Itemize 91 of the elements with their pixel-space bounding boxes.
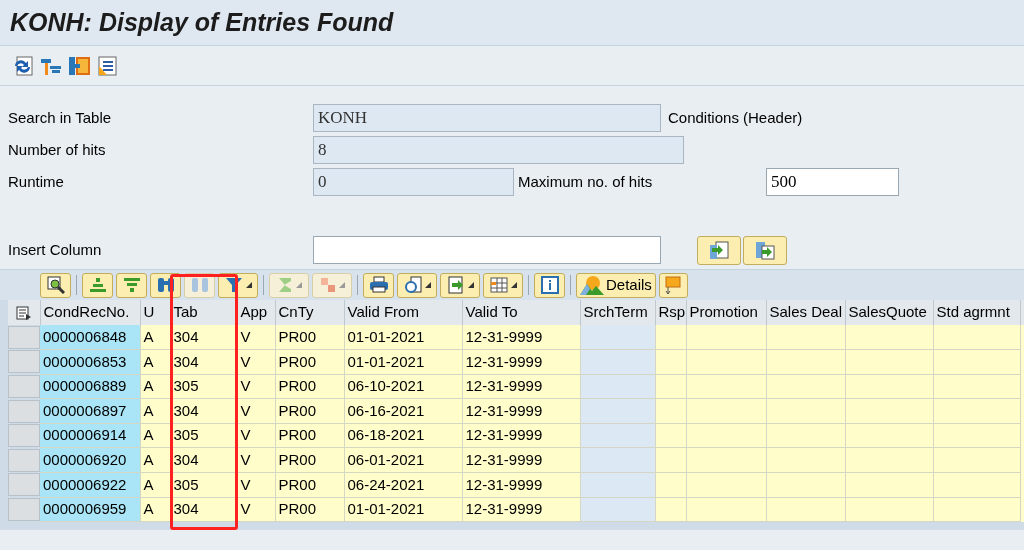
- column-header[interactable]: Valid To: [462, 300, 580, 325]
- details-button[interactable]: Details: [576, 272, 656, 298]
- caret-icon: [245, 282, 252, 288]
- caret-icon: [295, 282, 302, 288]
- table-cell: A: [140, 325, 170, 350]
- binoculars-icon: [156, 276, 175, 294]
- column-header[interactable]: App: [237, 300, 275, 325]
- find-button[interactable]: [40, 272, 71, 298]
- subtotal-icon: [319, 277, 336, 293]
- column-header[interactable]: U: [140, 300, 170, 325]
- caret-icon: [424, 282, 431, 288]
- table-icon: [489, 277, 508, 293]
- table-cell: 12-31-9999: [462, 325, 580, 350]
- table-cell: 06-18-2021: [344, 423, 462, 448]
- print-button[interactable]: [363, 272, 394, 298]
- field-label: Insert Column: [8, 239, 103, 260]
- column-header[interactable]: SrchTerm: [580, 300, 655, 325]
- table-cell: 12-31-9999: [462, 472, 580, 498]
- layout-button[interactable]: [483, 272, 523, 298]
- column-header[interactable]: Sales Deal: [766, 300, 845, 325]
- append-column-button[interactable]: [743, 235, 787, 265]
- caret-icon: [338, 282, 345, 288]
- table-cell: 01-01-2021: [344, 325, 462, 350]
- column-header[interactable]: CondRecNo.: [40, 300, 140, 325]
- table-cell: 06-01-2021: [344, 447, 462, 473]
- transfer-button[interactable]: [658, 272, 688, 298]
- table-cell: 12-31-9999: [462, 374, 580, 399]
- input-field[interactable]: 0: [313, 168, 514, 196]
- caret-icon: [510, 282, 517, 288]
- table-cell: V: [237, 325, 275, 350]
- insert-column-button[interactable]: [697, 235, 741, 265]
- input-field[interactable]: 8: [313, 136, 684, 164]
- table-cell: 01-01-2021: [344, 497, 462, 522]
- column-header[interactable]: Valid From: [344, 300, 462, 325]
- column-header[interactable]: SalesQuote: [845, 300, 933, 325]
- table-cell: 12-31-9999: [462, 398, 580, 424]
- table-cell: 304: [170, 325, 237, 350]
- input-field[interactable]: KONH: [313, 104, 661, 132]
- sort-descending-icon: [122, 276, 141, 294]
- funnel-icon: [224, 276, 243, 294]
- clock-document-icon: [403, 276, 422, 294]
- export-button[interactable]: [440, 272, 480, 298]
- field-label: Runtime: [8, 171, 65, 192]
- sort-ascending-icon: [88, 276, 107, 294]
- table-cell: 12-31-9999: [462, 497, 580, 522]
- table-cell: 12-31-9999: [462, 349, 580, 375]
- refresh-icon[interactable]: [12, 55, 34, 76]
- table-cell: 12-31-9999: [462, 447, 580, 473]
- column-header[interactable]: CnTy: [275, 300, 344, 325]
- field-label: Number of hits: [8, 139, 107, 160]
- subtotal-button[interactable]: [312, 272, 352, 298]
- column-header[interactable]: Rsp: [655, 300, 686, 325]
- column-header[interactable]: Promotion: [686, 300, 766, 325]
- table-cell: 0000006922: [40, 472, 140, 498]
- table-cell: 06-10-2021: [344, 374, 462, 399]
- table-cell: 0000006959: [40, 497, 140, 522]
- table-cell: 0000006853: [40, 349, 140, 375]
- export-icon: [446, 276, 465, 294]
- table-description: Conditions (Header): [668, 107, 803, 128]
- views-button[interactable]: [397, 272, 437, 298]
- binoculars-icon: [190, 276, 209, 294]
- field-label: Maximum no. of hits: [518, 171, 654, 192]
- sort-ascending-button[interactable]: [82, 272, 113, 298]
- table-cell: 0000006889: [40, 374, 140, 399]
- select-layout-icon[interactable]: [15, 305, 32, 320]
- table-cell: 06-16-2021: [344, 398, 462, 424]
- table-cell: 12-31-9999: [462, 423, 580, 448]
- insert-icon: [755, 240, 775, 260]
- sort-descending-button[interactable]: [116, 272, 147, 298]
- window-title: KONH: Display of Entries Found: [10, 6, 394, 38]
- caret-icon: [467, 282, 474, 288]
- input-field[interactable]: [313, 236, 661, 264]
- printer-icon: [368, 276, 389, 294]
- table-cell: 06-24-2021: [344, 472, 462, 498]
- input-field[interactable]: 500: [766, 168, 899, 196]
- insert-icon: [709, 240, 729, 260]
- table-cell: 0000006897: [40, 398, 140, 424]
- table-cell: 01-01-2021: [344, 349, 462, 375]
- column-header[interactable]: Std agrmnt: [933, 300, 1020, 325]
- mountains-icon: [580, 275, 604, 295]
- info-icon: [540, 276, 559, 294]
- column-header[interactable]: Tab: [170, 300, 237, 325]
- table-cell: 0000006848: [40, 325, 140, 350]
- document-icon[interactable]: [96, 55, 118, 76]
- table-cell: PR00: [275, 325, 344, 350]
- info-button[interactable]: [534, 272, 565, 298]
- table-cell: 0000006914: [40, 423, 140, 448]
- table-cell: 0000006920: [40, 447, 140, 473]
- field-label: Search in Table: [8, 107, 113, 128]
- magnifier-icon: [46, 276, 65, 294]
- sigma-icon: [276, 277, 293, 293]
